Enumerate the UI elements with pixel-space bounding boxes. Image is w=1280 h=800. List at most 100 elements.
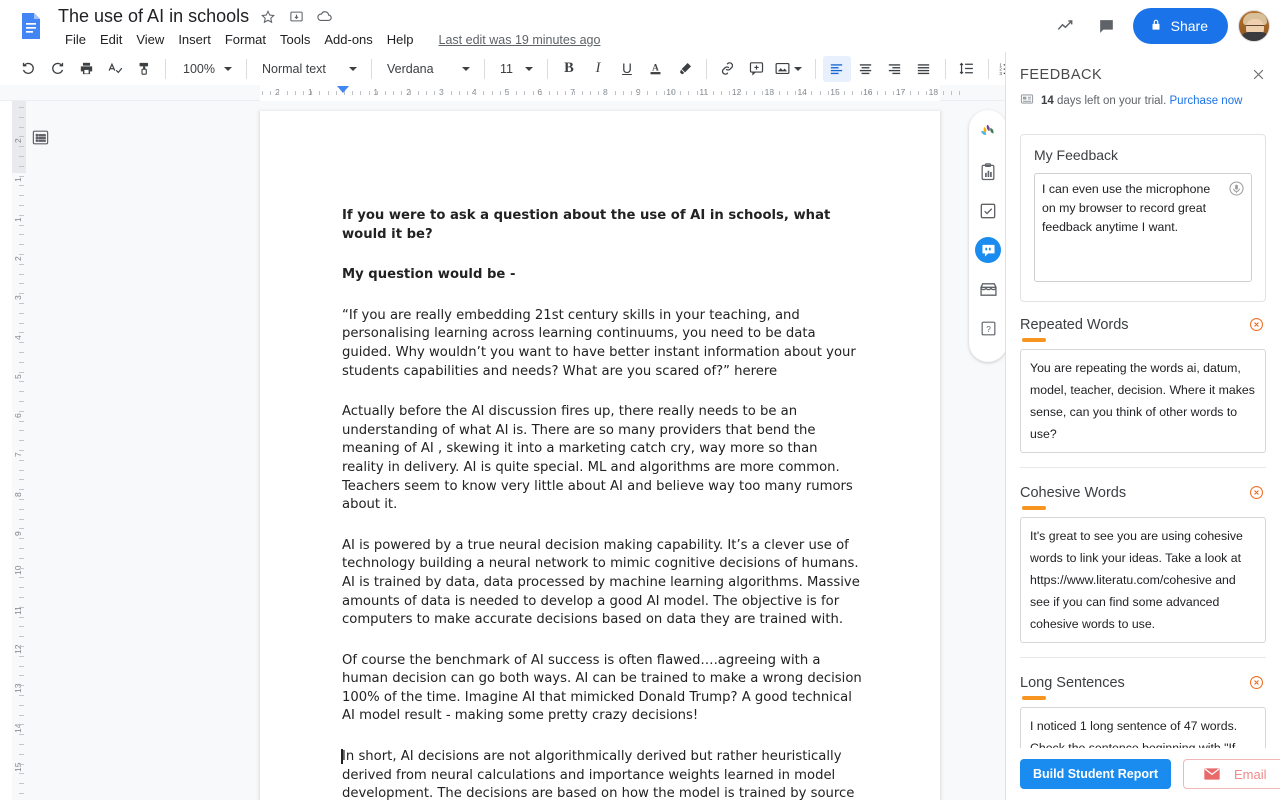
leaves-addon-icon[interactable] xyxy=(975,120,1001,146)
document-page[interactable]: If you were to ask a question about the … xyxy=(260,111,940,800)
insert-image-control[interactable] xyxy=(772,56,808,82)
menu-view[interactable]: View xyxy=(129,30,171,49)
build-student-report-button[interactable]: Build Student Report xyxy=(1020,759,1171,789)
undo-icon[interactable] xyxy=(14,56,42,82)
ruler-tick xyxy=(909,91,911,95)
ruler-tick xyxy=(762,91,764,95)
close-icon[interactable] xyxy=(1248,64,1268,84)
align-right-icon[interactable] xyxy=(881,56,909,82)
last-edit-link[interactable]: Last edit was 19 minutes ago xyxy=(439,33,601,47)
menu-file[interactable]: File xyxy=(58,30,93,49)
ruler-tick xyxy=(844,91,846,95)
chevron-down-icon xyxy=(223,66,232,71)
star-icon[interactable] xyxy=(259,8,277,26)
document-paragraph[interactable]: Actually before the AI discussion fires … xyxy=(342,403,862,515)
document-paragraph[interactable]: AI is powered by a true neural decision … xyxy=(342,537,862,630)
print-icon[interactable] xyxy=(72,56,100,82)
cloud-saved-icon[interactable] xyxy=(315,8,333,26)
vertical-ruler[interactable]: 2 1 1 2 3 4 5 6 7 8 9 10 11 12 13 14 15 xyxy=(12,101,26,800)
italic-icon[interactable]: I xyxy=(584,56,612,82)
feedback-chat-icon[interactable] xyxy=(975,237,1001,263)
indent-marker[interactable] xyxy=(337,86,350,95)
comment-history-icon[interactable] xyxy=(1091,10,1123,42)
vertical-ruler-number: 7 xyxy=(13,452,23,458)
add-comment-icon[interactable] xyxy=(743,56,771,82)
font-size-select[interactable]: 11 xyxy=(492,56,540,82)
menu-insert[interactable]: Insert xyxy=(171,30,218,49)
align-justify-icon[interactable] xyxy=(910,56,938,82)
clipboard-chart-icon[interactable] xyxy=(975,159,1001,185)
move-to-folder-icon[interactable] xyxy=(287,8,305,26)
document-outline-icon[interactable] xyxy=(26,123,54,151)
ruler-tick xyxy=(819,91,821,95)
vertical-ruler-tick xyxy=(19,342,24,344)
document-paragraph[interactable]: In short, AI decisions are not algorithm… xyxy=(341,748,862,800)
vertical-ruler-number: 1 xyxy=(13,177,23,183)
vertical-ruler-tick xyxy=(19,234,24,236)
horizontal-ruler[interactable]: 2 1 1 2 3 4 5 6 7 8 9 10 11 12 13 14 15 16 17 18 xyxy=(0,85,1005,101)
document-text-body[interactable]: If you were to ask a question about the … xyxy=(260,111,940,800)
ruler-number: 16 xyxy=(863,87,873,97)
insert-image-icon[interactable] xyxy=(772,56,794,82)
menu-help[interactable]: Help xyxy=(380,30,421,49)
dismiss-section-icon[interactable] xyxy=(1248,484,1266,502)
ruler-tick xyxy=(311,91,313,95)
text-color-icon[interactable]: A xyxy=(642,56,670,82)
bold-icon[interactable]: B xyxy=(555,56,583,82)
menu-tools[interactable]: Tools xyxy=(273,30,317,49)
checkbox-icon[interactable] xyxy=(975,198,1001,224)
spellcheck-icon[interactable] xyxy=(101,56,129,82)
purchase-now-link[interactable]: Purchase now xyxy=(1170,95,1243,107)
ruler-number: 11 xyxy=(699,87,709,97)
ruler-tick xyxy=(270,91,272,95)
section-body[interactable]: It's great to see you are using cohesive… xyxy=(1020,517,1266,643)
share-button[interactable]: Share xyxy=(1132,8,1228,44)
my-feedback-textarea[interactable] xyxy=(1034,173,1252,282)
ruler-tick xyxy=(655,91,657,95)
email-button[interactable]: Email xyxy=(1183,759,1280,789)
highlight-icon[interactable] xyxy=(671,56,699,82)
menu-edit[interactable]: Edit xyxy=(93,30,129,49)
paint-format-icon[interactable] xyxy=(130,56,158,82)
vertical-ruler-tick xyxy=(19,548,24,549)
feedback-section: Cohesive Words It's great to see you are… xyxy=(1020,482,1266,658)
menu-format[interactable]: Format xyxy=(218,30,273,49)
toolbar-divider-9 xyxy=(987,58,989,79)
chevron-down-icon xyxy=(793,66,802,71)
ruler-number: 14 xyxy=(797,87,807,97)
ruler-tick xyxy=(795,91,796,95)
ruler-tick xyxy=(516,91,518,95)
document-paragraph[interactable]: My question would be - xyxy=(342,266,862,285)
section-body[interactable]: I noticed 1 long sentence of 47 words. C… xyxy=(1020,707,1266,748)
insert-link-icon[interactable] xyxy=(714,56,742,82)
zoom-select[interactable]: 100% xyxy=(173,56,239,82)
activity-dashboard-icon[interactable] xyxy=(1049,10,1081,42)
document-paragraph[interactable]: If you were to ask a question about the … xyxy=(342,207,862,244)
document-paragraph[interactable]: Of course the benchmark of AI success is… xyxy=(342,652,862,726)
page-title[interactable]: The use of AI in schools xyxy=(58,6,249,27)
dismiss-section-icon[interactable] xyxy=(1248,674,1266,692)
help-icon[interactable]: ? xyxy=(975,315,1001,341)
section-body[interactable]: You are repeating the words ai, datum, m… xyxy=(1020,349,1266,453)
ruler-tick xyxy=(549,91,550,95)
document-paragraph[interactable]: “If you are really embedding 21st centur… xyxy=(342,307,862,381)
vertical-ruler-tick xyxy=(19,283,24,285)
paragraph-style-select[interactable]: Normal text xyxy=(254,56,364,82)
align-left-icon[interactable] xyxy=(822,55,851,82)
align-center-icon[interactable] xyxy=(852,56,880,82)
menu-addons[interactable]: Add-ons xyxy=(317,30,379,49)
redo-icon[interactable] xyxy=(43,56,71,82)
font-family-select[interactable]: Verdana xyxy=(379,56,477,82)
vertical-ruler-number: 2 xyxy=(13,138,23,143)
avatar[interactable] xyxy=(1238,10,1270,42)
line-spacing-icon[interactable] xyxy=(953,56,981,82)
store-icon[interactable] xyxy=(975,276,1001,302)
underline-icon[interactable]: U xyxy=(613,56,641,82)
vertical-ruler-tick xyxy=(19,146,24,148)
dismiss-section-icon[interactable] xyxy=(1248,316,1266,334)
trial-days: 14 xyxy=(1041,94,1054,107)
trial-text: days left on your trial. xyxy=(1057,94,1167,107)
microphone-icon[interactable] xyxy=(1228,180,1245,197)
sidebar-scroll-area[interactable]: My Feedback Repeated Words xyxy=(1006,134,1280,748)
vertical-ruler-tick xyxy=(19,165,24,167)
